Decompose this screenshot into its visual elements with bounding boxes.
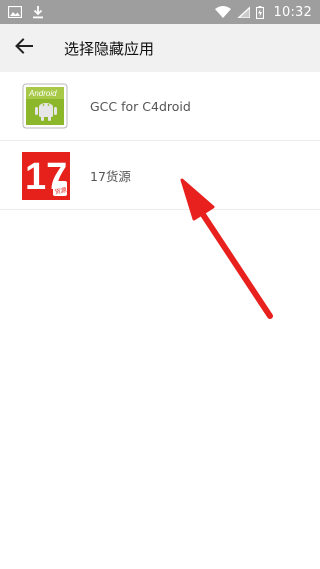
app-17-icon: 17 货源	[22, 152, 70, 200]
app-list: Android GCC for C4droid 17 货源 17货源	[0, 72, 320, 210]
page-title: 选择隐藏应用	[64, 39, 155, 58]
list-item[interactable]: Android GCC for C4droid	[0, 72, 320, 141]
wifi-icon	[214, 6, 231, 18]
app-label: GCC for C4droid	[90, 98, 191, 114]
image-icon	[8, 6, 22, 18]
battery-icon	[255, 5, 264, 19]
android-box-text: Android	[28, 89, 57, 98]
android-box-icon: Android	[22, 83, 68, 129]
app-bar: 选择隐藏应用	[0, 24, 320, 72]
list-item[interactable]: 17 货源 17货源	[0, 141, 320, 210]
back-button[interactable]	[0, 24, 48, 72]
download-icon	[32, 5, 44, 19]
status-clock: 10:32	[273, 4, 312, 20]
status-bar: 10:32	[0, 0, 320, 24]
arrow-left-icon	[15, 38, 33, 58]
app-label: 17货源	[90, 168, 131, 184]
signal-icon	[236, 6, 250, 18]
